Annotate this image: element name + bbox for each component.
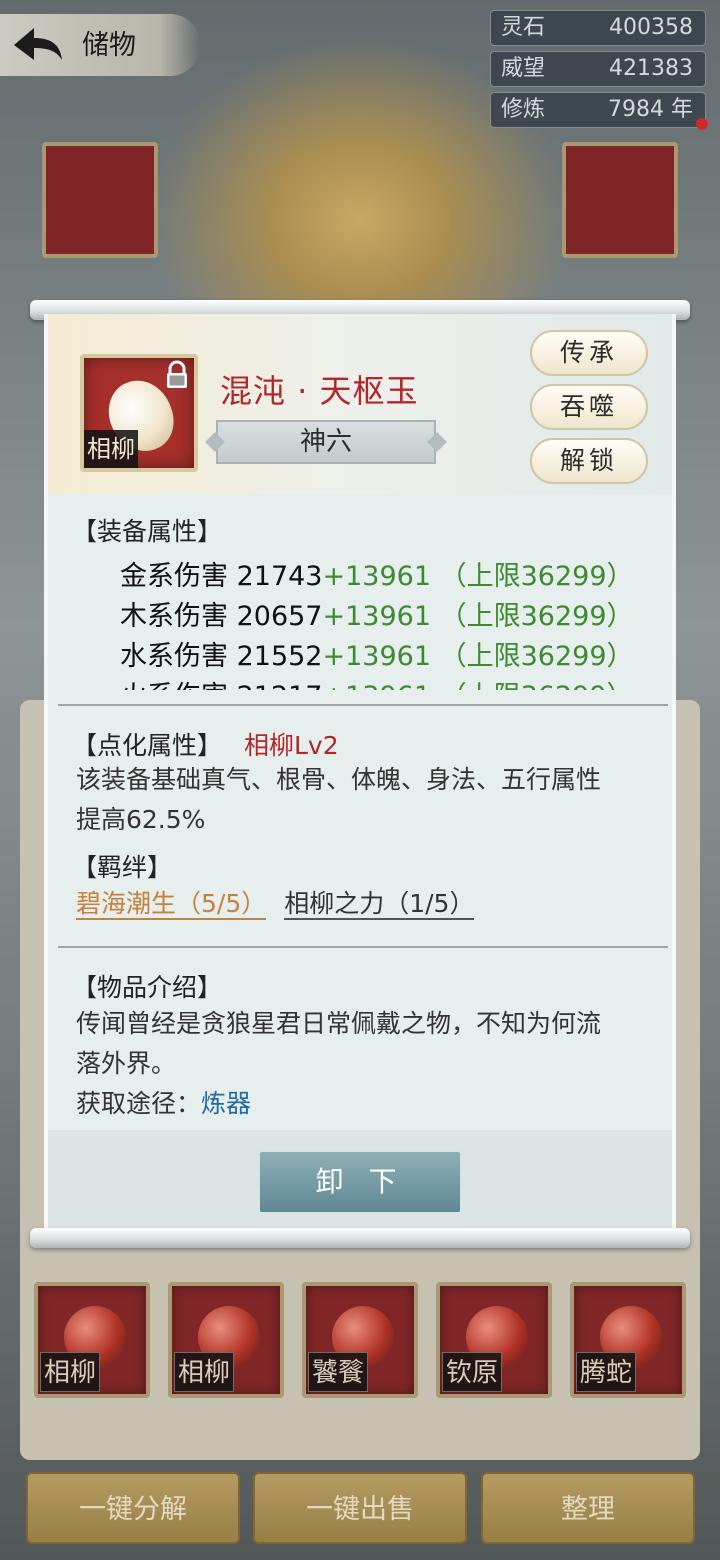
item-seal: 相柳: [84, 430, 138, 468]
attr-plus: +13961: [322, 601, 432, 632]
source-label: 获取途径：: [76, 1089, 202, 1118]
bond-list: 碧海潮生（5/5） 相柳之力（1/5）: [76, 884, 656, 924]
unlock-button[interactable]: 解锁: [530, 438, 648, 484]
refine-attr-title: 【点化属性】 相柳Lv2: [72, 726, 339, 762]
intro-line: 落外界。: [76, 1049, 177, 1078]
bond-active-link[interactable]: 碧海潮生（5/5）: [76, 889, 267, 920]
attr-cap: （上限36299）: [440, 681, 634, 690]
refine-title-text: 【点化属性】: [72, 731, 223, 760]
attr-base: 21217: [237, 681, 323, 690]
attr-name: 金系伤害: [120, 561, 228, 592]
scroll-rod-bottom: [30, 1228, 690, 1248]
attr-plus: +13961: [322, 561, 432, 592]
item-detail-modal: 相柳 混沌 · 天枢玉 神六 传承 吞噬 解锁 【装备属性】 金系伤害 2174…: [44, 314, 676, 1234]
attr-name: 木系伤害: [120, 601, 228, 632]
attr-plus: +13961: [322, 641, 432, 672]
inherit-button[interactable]: 传承: [530, 330, 648, 376]
intro-title: 【物品介绍】: [72, 973, 223, 1002]
attr-base: 21743: [236, 561, 323, 592]
attr-cap: （上限36299）: [439, 561, 634, 592]
attr-base: 20657: [236, 601, 323, 632]
refine-description: 该装备基础真气、根骨、体魄、身法、五行属性 提高62.5%: [76, 760, 656, 840]
equip-attr-title: 【装备属性】: [72, 517, 223, 546]
attr-cap: （上限36299）: [439, 601, 634, 632]
source-link[interactable]: 炼器: [201, 1089, 251, 1118]
attr-line: 木系伤害 20657+13961 （上限36299）: [120, 594, 634, 633]
attr-line: 金系伤害 21743+13961 （上限36299）: [120, 554, 634, 593]
item-name: 混沌 · 天枢玉: [220, 372, 419, 410]
equip-attr-list[interactable]: 金系伤害 21743+13961 （上限36299） 木系伤害 20657+13…: [48, 554, 672, 690]
divider: [58, 704, 668, 706]
devour-button[interactable]: 吞噬: [530, 384, 648, 430]
refine-desc-line: 提高62.5%: [76, 805, 206, 834]
attr-name: 水系伤害: [120, 641, 228, 672]
unequip-button[interactable]: 卸 下: [258, 1150, 462, 1214]
source-line: 获取途径：炼器: [76, 1084, 656, 1124]
divider: [58, 946, 668, 948]
bond-partial-link[interactable]: 相柳之力（1/5）: [284, 889, 475, 920]
item-header: 相柳 混沌 · 天枢玉 神六 传承 吞噬 解锁: [48, 314, 672, 494]
modal-footer: 卸 下: [48, 1130, 672, 1234]
intro-line: 传闻曾经是贪狼星君日常佩戴之物，不知为何流: [76, 1009, 602, 1038]
attr-plus: +13961: [323, 681, 432, 690]
bond-title: 【羁绊】: [72, 853, 173, 882]
attr-name: 火系伤害: [120, 681, 228, 690]
attr-line: 火系伤害 21217+13961 （上限36299）: [120, 674, 634, 690]
item-grade: 神六: [216, 420, 436, 464]
intro-description: 传闻曾经是贪狼星君日常佩戴之物，不知为何流 落外界。 获取途径：炼器: [76, 1004, 656, 1124]
refine-desc-line: 该装备基础真气、根骨、体魄、身法、五行属性: [76, 765, 602, 794]
attr-base: 21552: [236, 641, 323, 672]
lock-icon: [167, 360, 187, 388]
item-icon-frame: 相柳: [80, 354, 198, 472]
attr-cap: （上限36299）: [439, 641, 634, 672]
refine-level: 相柳Lv2: [243, 731, 339, 760]
attr-line: 水系伤害 21552+13961 （上限36299）: [120, 634, 634, 673]
